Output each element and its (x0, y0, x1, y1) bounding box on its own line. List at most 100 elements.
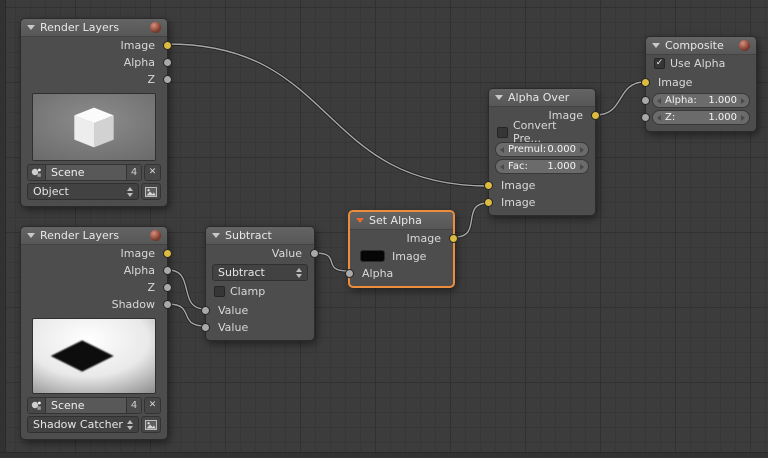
scene-id-field[interactable]: Scene 4 (27, 397, 142, 414)
premul-value[interactable]: 0.000 (547, 144, 576, 155)
decrement-arrow-icon[interactable] (657, 115, 661, 121)
node-header[interactable]: Alpha Over (489, 89, 595, 107)
scene-id-field[interactable]: Scene 4 (27, 164, 142, 181)
operation-dropdown[interactable]: Subtract (212, 264, 308, 281)
alpha-output-socket[interactable] (163, 266, 172, 275)
output-row-shadow: Shadow (21, 296, 167, 313)
layer-selector-row: Object (27, 183, 161, 200)
unlink-scene-button[interactable] (144, 164, 161, 181)
increment-arrow-icon[interactable] (741, 98, 745, 104)
z-output-socket[interactable] (163, 75, 172, 84)
alpha-input-socket[interactable] (345, 269, 354, 278)
output-row-image: Image (21, 245, 167, 262)
node-set-alpha[interactable]: Set Alpha Image Image Alpha (348, 210, 455, 288)
node-title: Render Layers (40, 229, 119, 242)
shadow-output-socket[interactable] (163, 300, 172, 309)
value-input-socket-1[interactable] (201, 306, 210, 315)
image-input-socket-1[interactable] (484, 181, 493, 190)
node-header[interactable]: Subtract (206, 227, 314, 245)
socket-label: Value (272, 247, 302, 260)
node-header[interactable]: Render Layers (21, 19, 167, 37)
input-row-alpha: Alpha (350, 265, 453, 282)
fac-field[interactable]: Fac: 1.000 (495, 159, 589, 174)
layer-dropdown[interactable]: Object (27, 183, 139, 200)
render-layer-button[interactable] (141, 183, 161, 200)
increment-arrow-icon[interactable] (580, 164, 584, 170)
render-preview-shadow (32, 318, 156, 394)
unlink-scene-button[interactable] (144, 397, 161, 414)
node-render-layers-2[interactable]: Render Layers Image Alpha Z Shadow (20, 226, 168, 440)
scene-name[interactable]: Scene (46, 398, 126, 413)
scene-icon[interactable] (28, 398, 46, 413)
node-header[interactable]: Composite (646, 37, 756, 55)
scene-user-count[interactable]: 4 (126, 165, 141, 180)
image-output-socket[interactable] (163, 249, 172, 258)
z-output-socket[interactable] (163, 283, 172, 292)
render-layer-button[interactable] (141, 416, 161, 433)
image-output-socket[interactable] (449, 234, 458, 243)
collapse-icon[interactable] (652, 43, 660, 48)
render-preview-cube (32, 93, 156, 161)
clamp-row: Clamp (206, 283, 314, 299)
alpha-input-socket[interactable] (641, 96, 650, 105)
operation-name: Subtract (218, 265, 292, 280)
decrement-arrow-icon[interactable] (500, 147, 504, 153)
image-output-socket[interactable] (591, 111, 600, 120)
image-output-socket[interactable] (163, 41, 172, 50)
material-sphere-icon (150, 230, 161, 241)
z-input-socket[interactable] (641, 113, 650, 122)
node-composite[interactable]: Composite Use Alpha Image Alpha: 1.000 Z… (645, 36, 757, 132)
z-field[interactable]: Z: 1.000 (652, 110, 750, 125)
collapse-icon[interactable] (27, 25, 35, 30)
fac-field-row: Fac: 1.000 (489, 159, 595, 174)
color-swatch[interactable] (360, 250, 385, 262)
increment-arrow-icon[interactable] (741, 115, 745, 121)
value-output-socket[interactable] (310, 249, 319, 258)
convert-premul-checkbox[interactable] (497, 127, 508, 138)
alpha-field[interactable]: Alpha: 1.000 (652, 93, 750, 108)
stepper-icon[interactable] (127, 187, 133, 197)
image-input-socket[interactable] (641, 78, 650, 87)
increment-arrow-icon[interactable] (580, 147, 584, 153)
layer-dropdown[interactable]: Shadow Catcher (27, 416, 139, 433)
node-render-layers-1[interactable]: Render Layers Image Alpha Z (20, 18, 168, 207)
fac-value[interactable]: 1.000 (547, 161, 576, 172)
alpha-output-socket[interactable] (163, 58, 172, 67)
socket-label: Image (407, 232, 441, 245)
z-value[interactable]: 1.000 (708, 112, 737, 123)
node-title: Alpha Over (508, 91, 569, 104)
node-editor-canvas[interactable]: Render Layers Image Alpha Z (0, 0, 768, 458)
clamp-checkbox[interactable] (214, 286, 225, 297)
collapse-icon[interactable] (27, 233, 35, 238)
stepper-icon[interactable] (127, 420, 133, 430)
node-subtract[interactable]: Subtract Value Subtract Clamp Value Valu… (205, 226, 315, 341)
alpha-field-row: Alpha: 1.000 (646, 93, 756, 108)
collapse-icon[interactable] (495, 95, 503, 100)
socket-label: Alpha (124, 56, 155, 69)
output-row-z: Z (21, 279, 167, 296)
stepper-icon[interactable] (296, 268, 302, 278)
alpha-label: Alpha: (665, 95, 708, 106)
node-link (596, 82, 645, 115)
collapse-icon[interactable] (212, 233, 220, 238)
image-color-row: Image (350, 247, 453, 265)
scene-icon[interactable] (28, 165, 46, 180)
z-field-row: Z: 1.000 (646, 110, 756, 125)
scene-user-count[interactable]: 4 (126, 398, 141, 413)
value-input-socket-2[interactable] (201, 323, 210, 332)
node-title: Render Layers (40, 21, 119, 34)
use-alpha-row: Use Alpha (646, 55, 756, 72)
collapse-icon[interactable] (356, 218, 364, 223)
premul-field[interactable]: Premul: 0.000 (495, 142, 589, 157)
node-header[interactable]: Render Layers (21, 227, 167, 245)
alpha-value[interactable]: 1.000 (708, 95, 737, 106)
use-alpha-checkbox[interactable] (654, 58, 665, 69)
node-alpha-over[interactable]: Alpha Over Image Convert Pre... Premul: … (488, 88, 596, 216)
image-input-socket-2[interactable] (484, 198, 493, 207)
output-row-z: Z (21, 71, 167, 88)
scene-name[interactable]: Scene (46, 165, 126, 180)
input-row-value-1: Value (206, 302, 314, 319)
decrement-arrow-icon[interactable] (657, 98, 661, 104)
node-header[interactable]: Set Alpha (350, 212, 453, 230)
decrement-arrow-icon[interactable] (500, 164, 504, 170)
